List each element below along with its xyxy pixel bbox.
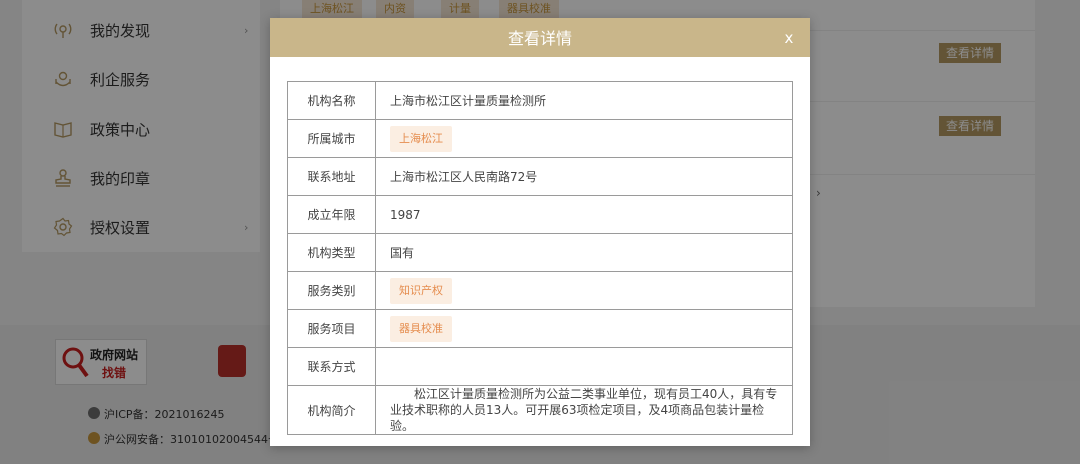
table-row: 机构简介 松江区计量质量检测所为公益二类事业单位，现有员工40人，具有专业技术职…: [287, 385, 793, 435]
detail-table: 机构名称 上海市松江区计量质量检测所 所属城市 上海松江 联系地址 上海市松江区…: [287, 81, 793, 435]
field-value: 上海市松江区人民南路72号: [375, 157, 793, 196]
field-value-description: 松江区计量质量检测所为公益二类事业单位，现有员工40人，具有专业技术职称的人员1…: [375, 385, 793, 435]
service-category-chip: 知识产权: [390, 277, 452, 304]
field-value: 1987: [375, 195, 793, 234]
field-value: 国有: [375, 233, 793, 272]
modal-title: 查看详情: [507, 29, 572, 48]
service-item-chip: 器具校准: [390, 315, 452, 342]
detail-modal: 查看详情 x 机构名称 上海市松江区计量质量检测所 所属城市 上海松江 联系地址…: [270, 18, 810, 446]
table-row: 机构类型 国有: [287, 233, 793, 272]
field-value: 上海市松江区计量质量检测所: [375, 81, 793, 120]
table-row: 联系方式: [287, 347, 793, 386]
close-button[interactable]: x: [779, 28, 799, 48]
field-label: 联系地址: [287, 157, 376, 196]
field-label: 成立年限: [287, 195, 376, 234]
field-value-cell: 器具校准: [375, 309, 793, 348]
field-label: 服务类别: [287, 271, 376, 310]
field-label: 机构简介: [287, 385, 376, 435]
field-label: 所属城市: [287, 119, 376, 158]
table-row: 服务项目 器具校准: [287, 309, 793, 348]
table-row: 联系地址 上海市松江区人民南路72号: [287, 157, 793, 196]
field-value-cell: 知识产权: [375, 271, 793, 310]
field-label: 联系方式: [287, 347, 376, 386]
field-label: 机构类型: [287, 233, 376, 272]
table-row: 所属城市 上海松江: [287, 119, 793, 158]
table-row: 机构名称 上海市松江区计量质量检测所: [287, 81, 793, 120]
table-row: 服务类别 知识产权: [287, 271, 793, 310]
field-label: 机构名称: [287, 81, 376, 120]
field-label: 服务项目: [287, 309, 376, 348]
field-value: [375, 347, 793, 386]
table-row: 成立年限 1987: [287, 195, 793, 234]
field-value-cell: 上海松江: [375, 119, 793, 158]
city-chip: 上海松江: [390, 125, 452, 152]
